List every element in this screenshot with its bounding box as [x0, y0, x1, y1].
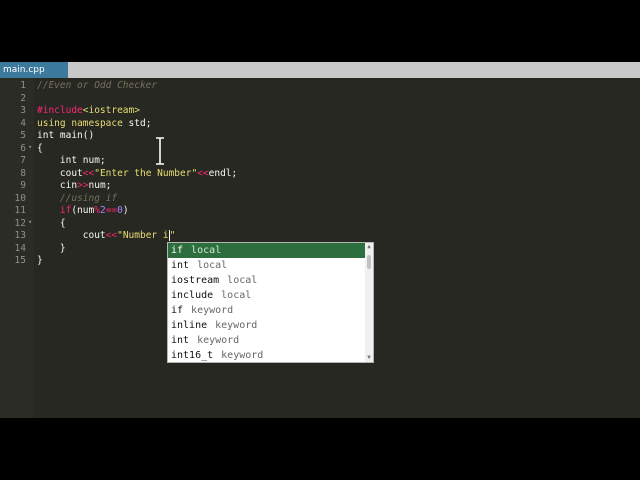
line-number: 4 — [20, 117, 26, 129]
code-line-14: } — [37, 243, 66, 256]
code-line-9: cin>>num; — [37, 180, 112, 193]
keyword: if — [37, 205, 72, 216]
autocomplete-item[interactable]: include local — [168, 288, 366, 303]
code-line-1: //Even or Odd Checker — [37, 80, 157, 93]
line-number: 14 — [14, 242, 26, 254]
item-kind: local — [191, 245, 222, 256]
line-number: 3 — [20, 105, 26, 116]
operator: << — [105, 230, 118, 241]
code-text: } — [37, 255, 43, 266]
code-text: { — [37, 142, 43, 154]
operator: << — [82, 167, 95, 179]
item-kind: keyword — [221, 350, 264, 361]
item-label: if — [171, 305, 184, 316]
code-text: ) — [122, 205, 129, 216]
line-number: 13 — [14, 230, 26, 241]
bottom-black-bar — [0, 418, 640, 480]
item-label: int16_t — [171, 350, 214, 361]
autocomplete-item[interactable]: int keyword — [168, 333, 366, 348]
item-kind: local — [221, 290, 252, 301]
code-line-11: if(num%2==0) — [37, 205, 129, 218]
code-text: { — [37, 217, 66, 229]
operator: >> — [77, 180, 89, 191]
item-label: if — [171, 245, 184, 256]
comment: //using if — [37, 192, 118, 204]
tab-strip: main.cpp — [0, 62, 640, 78]
string-literal: " — [169, 230, 176, 241]
keyword: namespace — [71, 117, 123, 129]
item-label: int — [171, 260, 190, 271]
line-number: 6 — [20, 142, 26, 154]
ibeam-cursor-icon — [156, 137, 164, 165]
operator: == — [105, 205, 118, 216]
top-black-bar — [0, 0, 640, 62]
code-line-13: cout<<"Number i" — [37, 230, 175, 243]
fold-marker-icon[interactable]: ▾ — [28, 144, 34, 151]
line-number: 8 — [20, 167, 26, 179]
code-line-12: { — [37, 218, 66, 231]
fold-marker-icon[interactable]: ▾ — [28, 219, 34, 226]
include-header: <iostream> — [82, 105, 140, 116]
item-kind: local — [227, 275, 258, 286]
autocomplete-item[interactable]: int local — [168, 258, 366, 273]
line-number: 2 — [20, 92, 26, 104]
popup-scrollbar[interactable]: ▲ ▼ — [365, 243, 373, 362]
code-line-5: int main() — [37, 130, 94, 143]
comment: //Even or Odd Checker — [37, 80, 158, 91]
operator: << — [197, 167, 209, 179]
item-label: inline — [171, 320, 208, 331]
autocomplete-item[interactable]: inline keyword — [168, 318, 366, 333]
code-text: cout — [37, 230, 106, 241]
item-label: iostream — [171, 275, 220, 286]
string-literal: "Number i — [117, 230, 169, 241]
code-text: num; — [88, 180, 112, 191]
line-number: 5 — [20, 130, 26, 141]
autocomplete-popup[interactable]: if local int local iostream local include lo… — [167, 242, 374, 363]
code-text: cin — [37, 180, 78, 191]
item-label: include — [171, 290, 214, 301]
code-line-8: cout<<"Enter the Number"<<endl; — [37, 168, 237, 181]
code-text: cout — [37, 167, 83, 179]
item-kind: keyword — [215, 320, 258, 331]
code-line-15: } — [37, 255, 43, 268]
code-line-6: { — [37, 143, 43, 156]
code-text: std; — [122, 117, 152, 129]
code-text: } — [37, 242, 66, 254]
code-line-7: int num; — [37, 155, 106, 168]
string-literal: "Enter the Number" — [94, 167, 198, 179]
item-kind: local — [197, 260, 228, 271]
autocomplete-item[interactable]: int16_t keyword — [168, 348, 366, 362]
line-number: 1 — [20, 80, 26, 91]
autocomplete-item[interactable]: if keyword — [168, 303, 366, 318]
line-number-gutter: 1 2 3 4 5 6 7 8 9 10 11 12 13 14 15 ▾ ▾ — [0, 78, 34, 418]
code-line-3: #include<iostream> — [37, 105, 140, 118]
code-text: endl; — [208, 167, 238, 179]
keyword: using — [37, 117, 66, 129]
line-number: 9 — [20, 180, 26, 191]
code-line-4: using namespace std; — [37, 118, 151, 131]
tab-main-cpp[interactable]: main.cpp — [0, 62, 68, 78]
code-text: int num; — [37, 155, 106, 166]
line-number: 10 — [14, 192, 26, 204]
autocomplete-item[interactable]: iostream local — [168, 273, 366, 288]
line-number: 7 — [20, 155, 26, 166]
line-number: 15 — [14, 255, 26, 266]
code-text: int main() — [37, 130, 95, 141]
scroll-up-icon[interactable]: ▲ — [365, 243, 373, 251]
code-text: (num — [71, 205, 95, 216]
scrollbar-thumb[interactable] — [367, 255, 371, 269]
item-kind: keyword — [197, 335, 240, 346]
code-line-10: //using if — [37, 193, 117, 206]
line-number: 11 — [14, 205, 26, 216]
item-kind: keyword — [191, 305, 234, 316]
autocomplete-item[interactable]: if local — [168, 243, 366, 258]
preprocessor-directive: #include — [37, 105, 83, 116]
scroll-down-icon[interactable]: ▼ — [365, 354, 373, 362]
item-label: int — [171, 335, 190, 346]
line-number: 12 — [14, 217, 26, 229]
